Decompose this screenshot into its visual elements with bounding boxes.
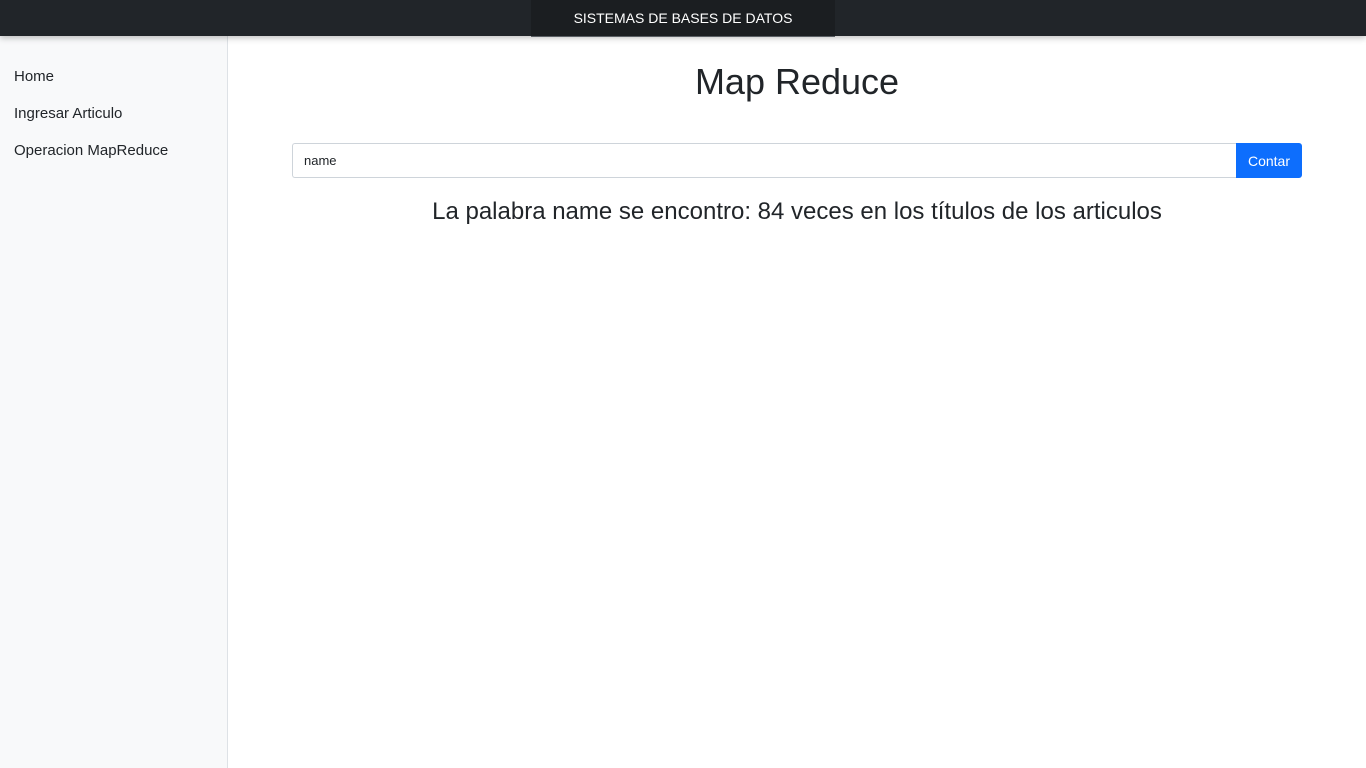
navbar-brand[interactable]: SISTEMAS DE BASES DE DATOS AVANZADOS	[531, 0, 835, 62]
top-navbar: SISTEMAS DE BASES DE DATOS AVANZADOS	[0, 0, 1366, 62]
word-search-group: Contar	[292, 143, 1302, 178]
result-message: La palabra name se encontro: 84 veces en…	[432, 198, 1162, 225]
sidebar: Home Ingresar Articulo Operacion MapRedu…	[0, 36, 228, 768]
sidebar-item-home[interactable]: Home	[0, 58, 227, 95]
sidebar-item-ingresar-articulo[interactable]: Ingresar Articulo	[0, 95, 227, 132]
word-input[interactable]	[292, 143, 1236, 178]
page-title: Map Reduce	[694, 61, 900, 102]
main-content: Map Reduce Contar La palabra name se enc…	[228, 36, 1366, 768]
sidebar-item-operacion-mapreduce[interactable]: Operacion MapReduce	[0, 132, 227, 169]
count-button[interactable]: Contar	[1236, 143, 1302, 178]
